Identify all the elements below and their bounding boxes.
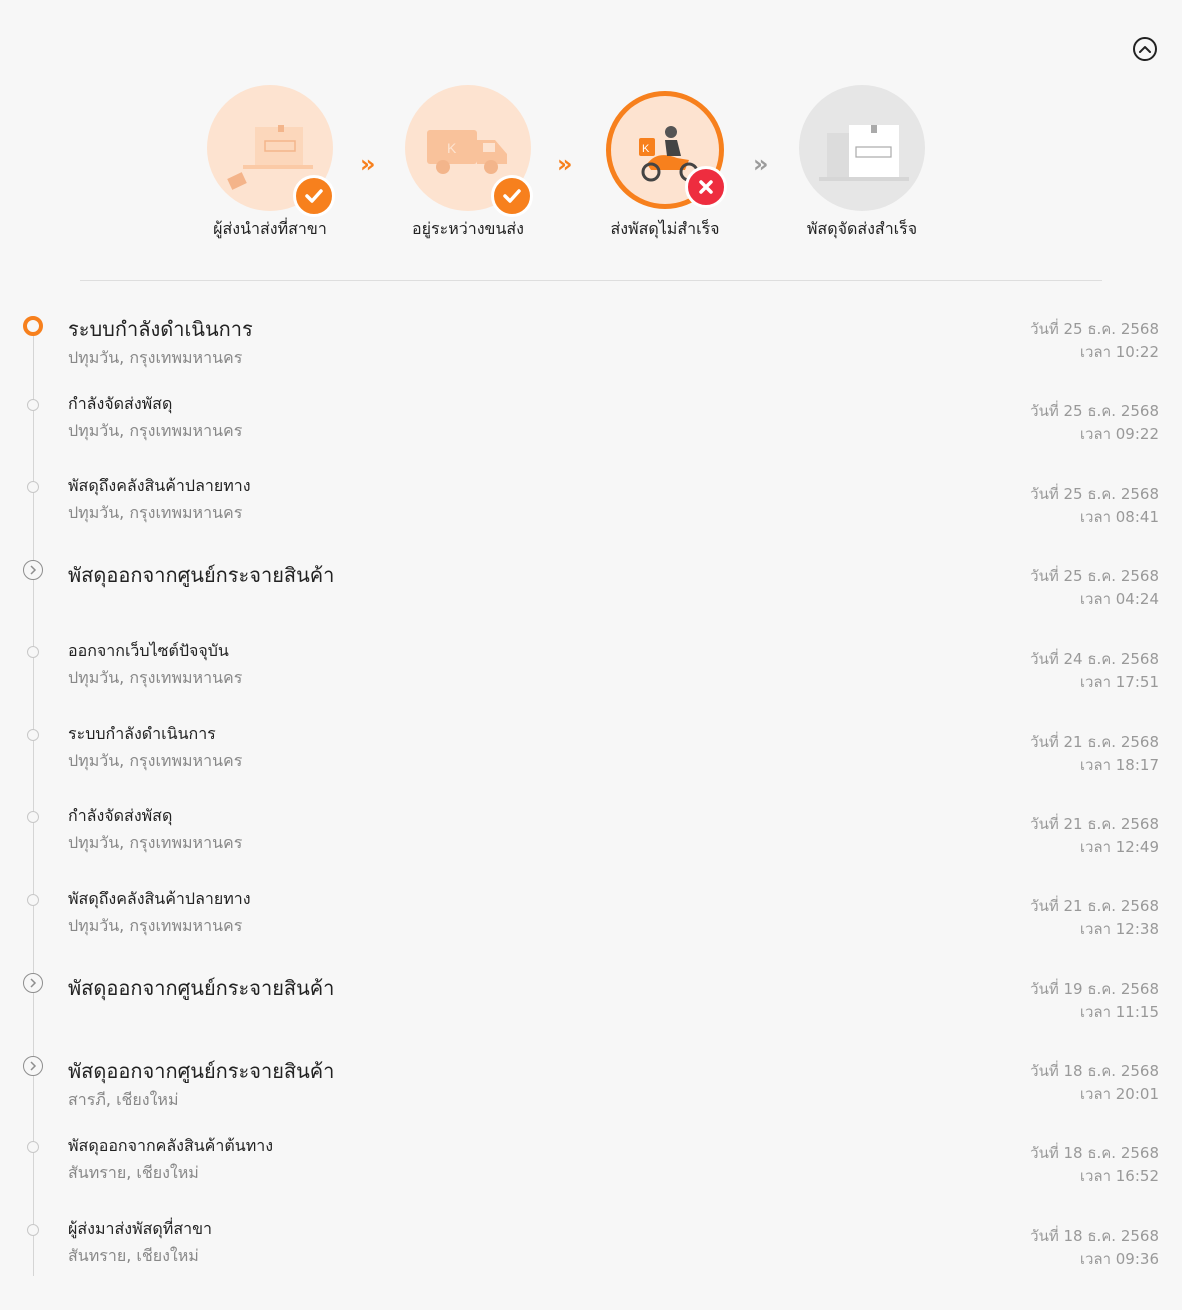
chevron-right-circle-icon[interactable] <box>23 1056 43 1076</box>
event-date: วันที่ 25 ธ.ค. 2568 <box>1030 320 1159 338</box>
step-delivered: พัสดุจัดส่งสำเร็จ <box>787 85 937 242</box>
event-title: พัสดุถึงคลังสินค้าปลายทาง <box>68 889 251 908</box>
event-location: สันทราย, เชียงใหม่ <box>68 1163 199 1182</box>
chevron-double-right-icon: » <box>360 150 376 178</box>
delivery-truck-icon: K <box>405 85 533 217</box>
timeline-dot-icon <box>27 1141 39 1153</box>
chevron-up-icon <box>1139 46 1151 53</box>
event-location: ปทุมวัน, กรุงเทพมหานคร <box>68 751 243 770</box>
current-status-dot-icon <box>23 316 43 336</box>
timeline-dot-icon <box>27 811 39 823</box>
event-date: วันที่ 18 ธ.ค. 2568 <box>1030 1227 1159 1245</box>
event-date: วันที่ 18 ธ.ค. 2568 <box>1030 1144 1159 1162</box>
event-time: เวลา 18:17 <box>1079 756 1159 774</box>
collapse-button[interactable] <box>1133 37 1157 61</box>
event-date: วันที่ 21 ธ.ค. 2568 <box>1030 897 1159 915</box>
event-title: ผู้ส่งมาส่งพัสดุที่สาขา <box>68 1219 212 1238</box>
chevron-double-right-icon: » <box>557 150 573 178</box>
timeline-dot-icon <box>27 729 39 741</box>
step-label: พัสดุจัดส่งสำเร็จ <box>806 219 918 238</box>
event-title: พัสดุออกจากศูนย์กระจายสินค้า <box>68 563 335 587</box>
parcel-box-icon <box>799 85 925 211</box>
timeline-dot-icon <box>27 481 39 493</box>
event-time: เวลา 20:01 <box>1079 1085 1159 1103</box>
step-in-transit: K อยู่ระหว่างขนส่ง <box>393 85 543 242</box>
chevron-right-circle-icon[interactable] <box>23 973 43 993</box>
event-location: ปทุมวัน, กรุงเทพมหานคร <box>68 833 243 852</box>
event-location: ปทุมวัน, กรุงเทพมหานคร <box>68 916 243 935</box>
event-title: ระบบกำลังดำเนินการ <box>68 317 253 341</box>
timeline-dot-icon <box>27 646 39 658</box>
event-location: ปทุมวัน, กรุงเทพมหานคร <box>68 668 243 687</box>
event-time: เวลา 12:38 <box>1079 920 1159 938</box>
event-time: เวลา 09:36 <box>1079 1250 1159 1268</box>
event-title: กำลังจัดส่งพัสดุ <box>68 806 173 825</box>
event-title: ออกจากเว็บไซต์ปัจจุบัน <box>68 641 229 660</box>
event-time: เวลา 16:52 <box>1079 1167 1159 1185</box>
event-date: วันที่ 21 ธ.ค. 2568 <box>1030 815 1159 833</box>
event-title: พัสดุออกจากศูนย์กระจายสินค้า <box>68 1059 335 1083</box>
event-time: เวลา 04:24 <box>1079 590 1159 608</box>
event-date: วันที่ 18 ธ.ค. 2568 <box>1030 1062 1159 1080</box>
step-label: ผู้ส่งนำส่งที่สาขา <box>213 219 327 238</box>
chevron-double-right-icon: » <box>753 150 769 178</box>
svg-text:K: K <box>447 140 457 156</box>
event-date: วันที่ 21 ธ.ค. 2568 <box>1030 733 1159 751</box>
event-date: วันที่ 25 ธ.ค. 2568 <box>1030 402 1159 420</box>
event-location: สารภี, เชียงใหม่ <box>68 1090 179 1109</box>
event-date: วันที่ 19 ธ.ค. 2568 <box>1030 980 1159 998</box>
parcel-dropoff-icon <box>207 85 335 217</box>
timeline-dot-icon <box>27 894 39 906</box>
chevron-right-circle-icon[interactable] <box>23 560 43 580</box>
event-location: สันทราย, เชียงใหม่ <box>68 1246 199 1265</box>
event-date: วันที่ 24 ธ.ค. 2568 <box>1030 650 1159 668</box>
timeline-dot-icon <box>27 399 39 411</box>
check-icon <box>491 175 533 217</box>
event-date: วันที่ 25 ธ.ค. 2568 <box>1030 567 1159 585</box>
event-time: เวลา 09:22 <box>1079 425 1159 443</box>
event-time: เวลา 12:49 <box>1079 838 1159 856</box>
event-location: ปทุมวัน, กรุงเทพมหานคร <box>68 503 243 522</box>
event-title: พัสดุออกจากศูนย์กระจายสินค้า <box>68 976 335 1000</box>
event-time: เวลา 11:15 <box>1079 1003 1159 1021</box>
event-location: ปทุมวัน, กรุงเทพมหานคร <box>68 421 243 440</box>
event-date: วันที่ 25 ธ.ค. 2568 <box>1030 485 1159 503</box>
event-time: เวลา 10:22 <box>1079 343 1159 361</box>
event-title: กำลังจัดส่งพัสดุ <box>68 394 173 413</box>
delivery-scooter-icon: K <box>606 91 727 209</box>
check-icon <box>293 175 335 217</box>
step-delivery-failed: K ส่งพัสดุไม่สำเร็จ <box>590 85 740 242</box>
divider <box>80 280 1102 281</box>
progress-stepper: ผู้ส่งนำส่งที่สาขา » K อยู่ระหว่างขนส่ง <box>200 85 940 245</box>
svg-text:K: K <box>642 143 650 155</box>
event-location: ปทุมวัน, กรุงเทพมหานคร <box>68 348 243 367</box>
event-title: พัสดุถึงคลังสินค้าปลายทาง <box>68 476 251 495</box>
event-title: ระบบกำลังดำเนินการ <box>68 724 216 743</box>
event-time: เวลา 17:51 <box>1079 673 1159 691</box>
step-label: อยู่ระหว่างขนส่ง <box>412 219 524 238</box>
step-label: ส่งพัสดุไม่สำเร็จ <box>610 219 720 238</box>
event-title: พัสดุออกจากคลังสินค้าต้นทาง <box>68 1136 274 1155</box>
event-time: เวลา 08:41 <box>1079 508 1159 526</box>
timeline-line <box>33 326 34 1276</box>
timeline-dot-icon <box>27 1224 39 1236</box>
tracking-page: ผู้ส่งนำส่งที่สาขา » K อยู่ระหว่างขนส่ง <box>0 0 1182 1310</box>
error-x-icon <box>685 166 727 208</box>
step-sender-dropoff: ผู้ส่งนำส่งที่สาขา <box>195 85 345 242</box>
